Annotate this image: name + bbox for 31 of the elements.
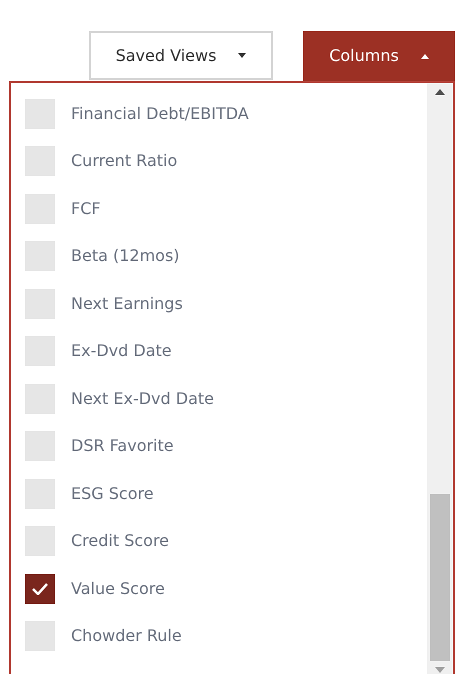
checkbox[interactable]	[25, 478, 55, 509]
column-option-label[interactable]: Financial Debt/EBITDA	[71, 102, 249, 126]
column-option-label[interactable]: Chowder Rule	[71, 624, 182, 648]
check-icon	[32, 582, 48, 595]
checkbox[interactable]	[25, 98, 55, 129]
column-option-label[interactable]: FCF	[71, 196, 101, 221]
scroll-up-icon[interactable]	[435, 89, 445, 95]
checkbox[interactable]	[25, 288, 55, 319]
checkbox[interactable]	[25, 384, 55, 414]
saved-views-button[interactable]: Saved Views	[89, 31, 273, 80]
column-option-label[interactable]: DSR Favorite	[71, 434, 174, 458]
column-option-label[interactable]: Credit Score	[71, 529, 170, 554]
checkbox[interactable]	[25, 336, 55, 366]
column-option-label[interactable]: Ex-Dvd Date	[71, 339, 172, 364]
scrollbar[interactable]	[427, 83, 453, 674]
checkbox[interactable]	[25, 526, 55, 556]
checkbox[interactable]	[25, 194, 55, 224]
checkbox[interactable]	[25, 621, 55, 652]
column-option-label[interactable]: ESG Score	[71, 482, 154, 506]
checkbox[interactable]	[25, 574, 55, 604]
columns-button[interactable]: Columns	[303, 31, 455, 81]
column-option-label[interactable]: Value Score	[71, 576, 165, 601]
checkbox[interactable]	[25, 431, 55, 462]
column-option-label[interactable]: Next Earnings	[71, 292, 183, 316]
scrollbar-thumb[interactable]	[430, 494, 450, 661]
checkbox[interactable]	[25, 241, 55, 272]
column-option-label[interactable]: Next Ex-Dvd Date	[71, 386, 214, 411]
checkbox[interactable]	[25, 146, 55, 176]
column-option-label[interactable]: Current Ratio	[71, 149, 178, 174]
scroll-down-icon[interactable]	[435, 667, 445, 673]
column-option-label[interactable]: Beta (12mos)	[71, 244, 180, 268]
